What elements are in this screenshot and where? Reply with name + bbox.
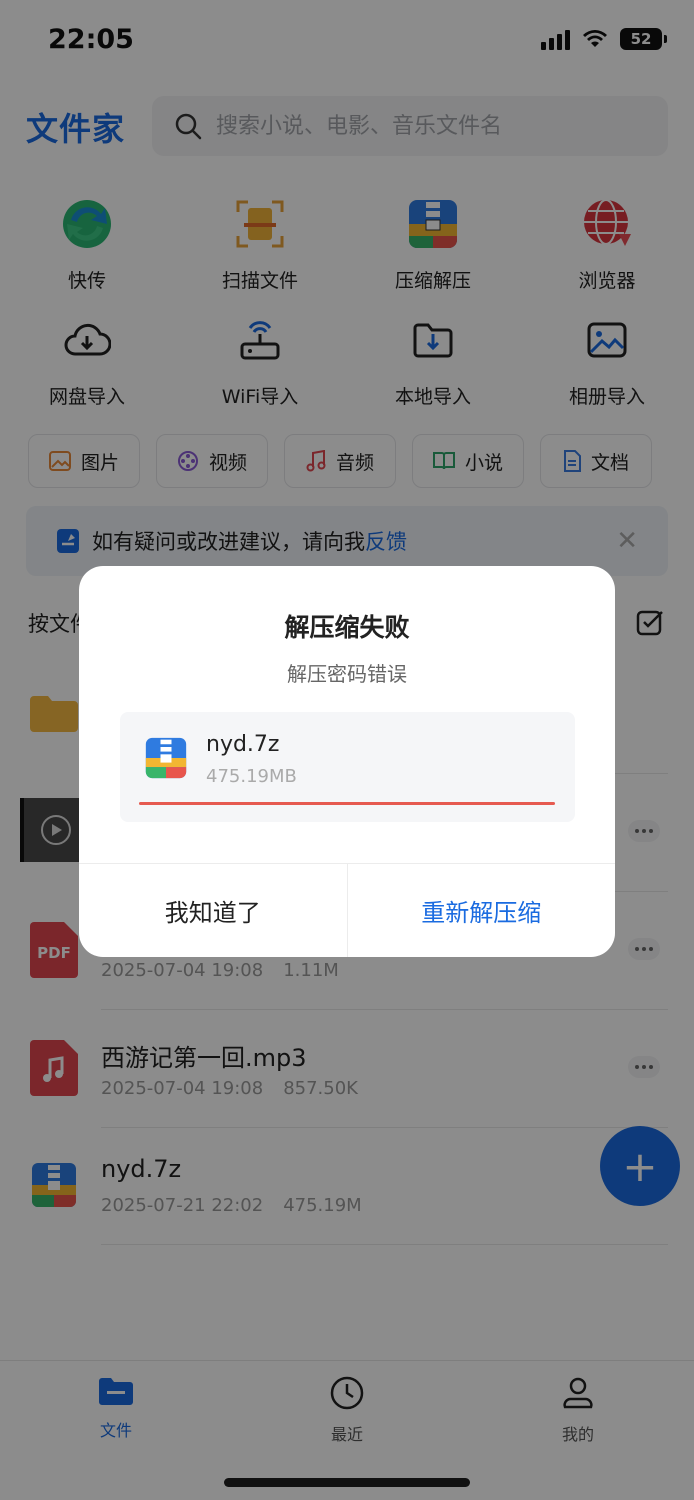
home-screen: 22:05 52 文件家 快 xyxy=(0,0,694,1500)
dialog-file-name: nyd.7z xyxy=(206,732,280,757)
dialog-actions: 我知道了 重新解压缩 xyxy=(79,863,615,957)
home-indicator xyxy=(224,1478,470,1487)
dialog-file-size: 475.19MB xyxy=(206,766,297,787)
archive-file-icon xyxy=(145,737,187,779)
dialog-title: 解压缩失败 xyxy=(284,613,410,642)
extract-failed-dialog: 解压缩失败 解压密码错误 nyd.7z 475.19MB 我知道了 重新解压缩 xyxy=(79,566,615,957)
file-card: nyd.7z 475.19MB xyxy=(120,712,575,822)
retry-extract-button[interactable]: 重新解压缩 xyxy=(346,864,616,957)
extract-progress-bar xyxy=(139,802,555,805)
dialog-subtitle: 解压密码错误 xyxy=(287,662,407,686)
acknowledge-button[interactable]: 我知道了 xyxy=(79,864,347,957)
extract-progress-fill xyxy=(139,802,555,805)
